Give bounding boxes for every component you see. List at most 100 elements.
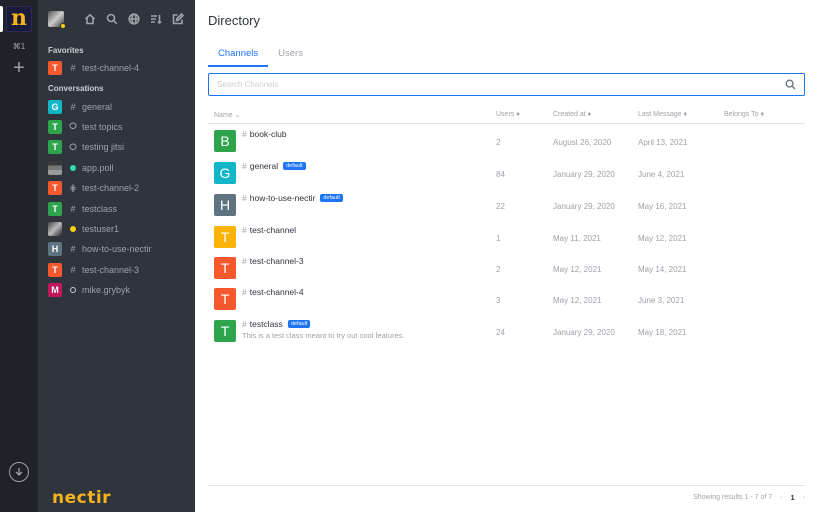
sidebar-item-test-channel-4[interactable]: T # test-channel-4 bbox=[38, 58, 195, 78]
prev-page-button[interactable]: ‹ bbox=[780, 494, 782, 501]
create-new-icon[interactable] bbox=[171, 12, 185, 26]
sidebar-item-general[interactable]: G # general bbox=[38, 96, 195, 116]
sidebar-item-label: app.poll bbox=[82, 162, 114, 173]
page-number-button[interactable]: 1 bbox=[790, 493, 794, 502]
home-icon[interactable] bbox=[83, 12, 97, 26]
last-message-date: May 12, 2021 bbox=[638, 234, 687, 243]
channel-avatar: T bbox=[214, 320, 236, 342]
sidebar-item-app-poll[interactable]: app.poll bbox=[38, 158, 195, 178]
discussion-icon: ⵔ bbox=[69, 141, 77, 152]
app-avatar bbox=[48, 160, 62, 175]
table-row[interactable]: B # book-club 2 August 26, 2020 April 13, 202… bbox=[208, 126, 805, 158]
channel-name: # book-club bbox=[242, 129, 287, 139]
sidebar-item-how-to-use-nectir[interactable]: H # how-to-use-nectir bbox=[38, 239, 195, 259]
channel-avatar: H bbox=[214, 194, 236, 216]
channel-avatar: G bbox=[48, 99, 62, 114]
column-header-name[interactable]: Name ⌄ bbox=[214, 111, 240, 119]
conversations-heading: Conversations bbox=[48, 84, 104, 94]
channel-topic: This is a test class meant to try out co… bbox=[242, 331, 405, 340]
hashtag-icon: # bbox=[70, 203, 76, 214]
channel-name: # test-channel-3 bbox=[242, 256, 304, 266]
search-icon[interactable] bbox=[105, 12, 119, 26]
sidebar-item-test-channel-3[interactable]: T # test-channel-3 bbox=[38, 260, 195, 280]
channel-avatar: T bbox=[214, 257, 236, 279]
column-header-belongs-to[interactable]: Belongs To ♦ bbox=[724, 111, 764, 118]
created-date: January 29, 2020 bbox=[553, 328, 615, 337]
table-header: Name ⌄ Users ♦ Created at ♦ Last Message… bbox=[208, 108, 805, 124]
search-input[interactable] bbox=[217, 80, 785, 89]
sidebar-item-test-channel-2[interactable]: T ⋕ test-channel-2 bbox=[38, 178, 195, 198]
tab-users[interactable]: Users bbox=[268, 48, 313, 67]
sidebar-item-testing-jitsi[interactable]: T ⵔ testing jitsi bbox=[38, 137, 195, 157]
table-row[interactable]: G # general default 84 January 29, 2020 June 4… bbox=[208, 158, 805, 190]
workspace-nectir-button[interactable]: n bbox=[6, 6, 32, 32]
sidebar-item-label: testclass bbox=[82, 203, 118, 214]
users-count: 3 bbox=[496, 296, 501, 305]
sidebar-item-label: how-to-use-nectir bbox=[82, 244, 152, 255]
status-online-icon bbox=[70, 164, 76, 171]
default-badge: default bbox=[283, 162, 306, 170]
hashtag-icon: # bbox=[242, 319, 247, 329]
created-date: May 11, 2021 bbox=[553, 234, 601, 243]
workspace-shortcut: ⌘1 bbox=[12, 42, 26, 51]
add-workspace-button[interactable]: + bbox=[0, 58, 38, 78]
sidebar-item-mike-grybyk[interactable]: M mike.grybyk bbox=[38, 280, 195, 300]
users-count: 22 bbox=[496, 202, 505, 211]
channel-avatar: B bbox=[214, 130, 236, 152]
nectir-logo: nectir bbox=[52, 488, 112, 508]
user-status-away-icon bbox=[60, 23, 66, 29]
channel-avatar: T bbox=[48, 61, 62, 76]
column-header-created[interactable]: Created at ♦ bbox=[553, 111, 591, 118]
team-channel-icon: ⋕ bbox=[69, 182, 77, 193]
channel-avatar: T bbox=[48, 262, 62, 277]
hashtag-icon: # bbox=[242, 161, 247, 171]
last-message-date: May 16, 2021 bbox=[638, 202, 687, 211]
users-count: 84 bbox=[496, 170, 505, 179]
table-row[interactable]: T # test-channel 1 May 11, 2021 May 12, 2021 bbox=[208, 222, 805, 254]
table-row[interactable]: T # testclass default This is a test class m… bbox=[208, 316, 805, 348]
hashtag-icon: # bbox=[242, 193, 247, 203]
sort-icon[interactable] bbox=[149, 12, 163, 26]
directory-globe-icon[interactable] bbox=[127, 12, 141, 26]
channel-avatar: T bbox=[48, 140, 62, 155]
created-date: August 26, 2020 bbox=[553, 138, 612, 147]
channel-avatar: G bbox=[214, 162, 236, 184]
favorites-heading: Favorites bbox=[48, 46, 84, 55]
user-avatar[interactable] bbox=[48, 11, 66, 29]
sidebar-item-label: test-channel-4 bbox=[82, 63, 140, 74]
search-box bbox=[208, 73, 805, 96]
users-count: 2 bbox=[496, 138, 501, 147]
sidebar-item-label: mike.grybyk bbox=[82, 285, 131, 296]
sidebar-item-test-topics[interactable]: T ⵔ test topics bbox=[38, 117, 195, 137]
next-page-button[interactable]: › bbox=[803, 494, 805, 501]
users-count: 2 bbox=[496, 265, 501, 274]
default-badge: default bbox=[287, 320, 311, 328]
directory-tabs: Channels Users bbox=[208, 48, 313, 67]
sidebar-header bbox=[38, 0, 195, 38]
status-offline-icon bbox=[70, 287, 76, 294]
created-date: May 12, 2021 bbox=[553, 296, 602, 305]
channel-avatar: T bbox=[48, 201, 62, 216]
download-icon[interactable] bbox=[9, 462, 29, 482]
users-count: 1 bbox=[496, 234, 501, 243]
hashtag-icon: # bbox=[70, 101, 76, 112]
table-row[interactable]: T # test-channel-4 3 May 12, 2021 June 3, 202… bbox=[208, 284, 805, 316]
sidebar-item-testclass[interactable]: T # testclass bbox=[38, 198, 195, 218]
channel-avatar: T bbox=[214, 288, 236, 310]
table-row[interactable]: H # how-to-use-nectir default 22 January 29, … bbox=[208, 190, 805, 222]
channel-name: # general default bbox=[242, 161, 306, 171]
page-title: Directory bbox=[208, 13, 261, 28]
sidebar-item-testuser1[interactable]: testuser1 bbox=[38, 219, 195, 239]
tab-channels[interactable]: Channels bbox=[208, 48, 269, 67]
user-avatar: M bbox=[48, 283, 62, 298]
channel-name: # testclass default bbox=[242, 319, 311, 329]
column-header-last-message[interactable]: Last Message ♦ bbox=[638, 111, 687, 118]
last-message-date: May 18, 2021 bbox=[638, 328, 687, 337]
channel-name-text: how-to-use-nectir bbox=[249, 193, 316, 203]
workspace-letter: n bbox=[11, 4, 27, 31]
sidebar-item-label: test topics bbox=[82, 121, 123, 132]
search-icon[interactable] bbox=[785, 79, 796, 90]
column-header-users[interactable]: Users ♦ bbox=[496, 111, 520, 118]
pagination: Showing results 1 - 7 of 7 ‹ 1 › bbox=[693, 493, 805, 502]
table-row[interactable]: T # test-channel-3 2 May 12, 2021 May 14, 202… bbox=[208, 253, 805, 285]
